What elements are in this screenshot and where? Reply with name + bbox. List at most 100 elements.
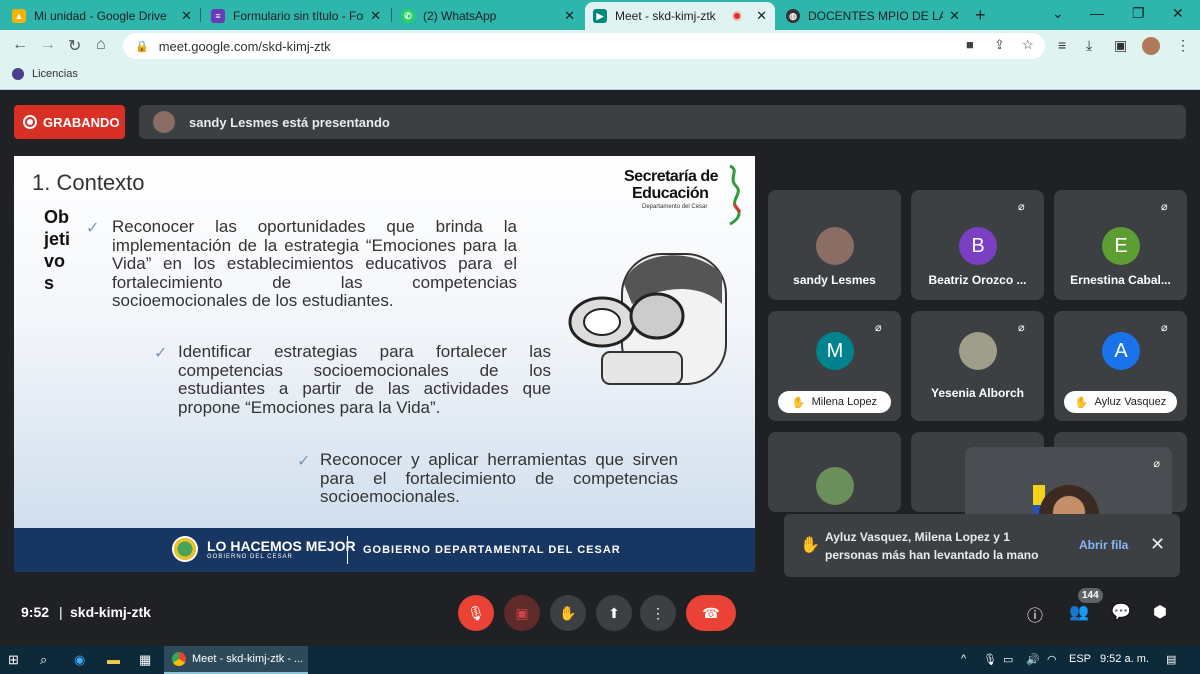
more-options-button[interactable]: ⋮ [640,595,676,631]
mic-off-button[interactable]: 🎙 [458,595,494,631]
media-control-icon[interactable]: ≡ [1058,37,1066,53]
reload-icon[interactable]: ↻ [68,36,81,56]
mic-off-icon: ⌀ [1161,201,1168,213]
activities-icon[interactable]: ⬢ [1153,602,1167,622]
google-drive-icon: ▲ [12,9,26,23]
recording-indicator-icon [732,11,743,21]
participant-tile[interactable]: ⌀ E Ernestina Cabal... [1054,190,1187,300]
chrome-icon [172,652,186,666]
taskbar-chrome-app[interactable]: Meet - skd-kimj-ztk - ... [164,646,308,674]
secretaria-logo: Secretaría de Educación Departamento del… [620,164,745,226]
menu-dots-icon[interactable]: ⋮ [1176,37,1190,54]
search-icon[interactable]: ⌕ [40,652,47,668]
windows-start-icon[interactable]: ⊞ [8,652,19,668]
participant-tile[interactable]: ⌀ M ✋ Milena Lopez [768,311,901,421]
home-icon[interactable]: ⌂ [96,36,106,54]
notifications-icon[interactable]: ▤ [1166,653,1176,666]
cesar-map-icon [729,164,742,226]
close-tab-icon[interactable]: ✕ [949,8,960,24]
minimize-icon[interactable]: — [1090,5,1104,21]
participant-tile[interactable]: ⌀ Yesenia Alborch [911,311,1044,421]
chat-icon[interactable]: 💬 [1111,602,1131,622]
globe-icon: ◍ [786,9,800,23]
hand-icon: ✋ [559,604,577,621]
bookmarks-bar: Licencias [0,62,1200,90]
forward-arrow-icon[interactable]: → [40,36,56,54]
close-icon[interactable]: ✕ [1150,534,1165,555]
avatar: B [959,227,997,265]
restore-icon[interactable]: ❐ [1132,5,1145,22]
meeting-code: skd-kimj-ztk [70,604,151,620]
bookmark-licencias[interactable]: Licencias [12,68,78,80]
tab-search-chevron-icon[interactable]: ⌄ [1052,5,1064,22]
close-window-icon[interactable]: ✕ [1172,5,1184,22]
hand-icon: ✋ [791,396,806,409]
close-tab-icon[interactable]: ✕ [181,8,192,24]
raise-hand-button[interactable]: ✋ [550,595,586,631]
tab-google-forms[interactable]: ≡ Formulario sin título - Formu ✕ [203,2,389,30]
hand-icon: ✋ [800,537,820,554]
phone-hangup-icon: ☎ [702,604,720,621]
tab-whatsapp[interactable]: ✆ (2) WhatsApp ✕ [393,2,583,30]
recording-badge: GRABANDO [14,105,125,139]
mic-tray-icon[interactable]: 🎙 [983,653,997,666]
mic-off-icon: ⌀ [1018,201,1025,213]
wifi-icon[interactable]: ◠ [1047,653,1057,666]
network-icon[interactable]: ▭ [1003,653,1013,666]
tab-google-drive[interactable]: ▲ Mi unidad - Google Drive ✕ [4,2,200,30]
back-arrow-icon[interactable]: ← [12,36,28,54]
hand-icon: ✋ [1074,396,1089,409]
more-vert-icon: ⋮ [651,604,665,621]
mic-off-icon: 🎙 [467,604,485,621]
share-icon[interactable]: ⇪ [994,37,1005,53]
download-icon[interactable]: ⤓ [1086,37,1092,54]
meeting-time: 9:52 [21,604,50,620]
tab-docentes[interactable]: ◍ DOCENTES MPIO DE LA PAZ ✕ [778,2,968,30]
lock-icon: 🔒 [135,40,149,53]
avatar: A [1102,332,1140,370]
leave-call-button[interactable]: ☎ [686,595,736,631]
bookmark-star-icon[interactable]: ☆ [1022,37,1034,53]
volume-icon[interactable]: 🔊 [1026,653,1040,666]
mic-off-icon: ⌀ [1018,322,1025,334]
side-panel-icon[interactable]: ▣ [1114,37,1127,54]
mic-off-icon: ⌀ [1161,322,1168,334]
close-tab-icon[interactable]: ✕ [564,8,575,24]
objective-3: Reconocer y aplicar herramientas que sir… [320,450,678,507]
profile-avatar[interactable] [1142,37,1160,55]
info-icon[interactable]: ⓘ [1027,602,1043,626]
participant-tile[interactable]: ⌀ B Beatriz Orozco ... [911,190,1044,300]
camera-off-icon: ▣ [515,604,529,621]
browser-tab-bar: ▲ Mi unidad - Google Drive ✕ ≡ Formulari… [0,0,1200,30]
objetivos-label: Ob jeti vo s [44,207,71,293]
close-tab-icon[interactable]: ✕ [370,8,381,24]
present-button[interactable]: ⬆ [596,595,632,631]
new-tab-icon[interactable]: + [975,5,986,26]
presenting-banner: sandy Lesmes está presentando [139,105,1186,139]
objective-2: Identificar estrategias para fortalecer … [178,342,551,417]
objective-1: Reconocer las oportunidades que brinda l… [112,217,517,311]
address-bar[interactable]: 🔒 meet.google.com/skd-kimj-ztk [123,33,1045,59]
language-indicator[interactable]: ESP [1069,653,1091,665]
people-icon[interactable]: 👥 [1069,602,1089,622]
participant-tile[interactable]: ⌀ A ✋ Ayluz Vasquez [1054,311,1187,421]
raised-hands-toast: ✋ Ayluz Vasquez, Milena Lopez y 1 person… [784,514,1180,577]
camera-icon[interactable]: ■ [966,37,974,52]
participant-tile[interactable]: sandy Lesmes [768,190,901,300]
tab-google-meet[interactable]: ▶ Meet - skd-kimj-ztk ✕ [585,2,775,30]
close-tab-icon[interactable]: ✕ [756,8,767,24]
present-screen-icon: ⬆ [608,604,620,621]
tray-chevron-icon[interactable]: ^ [961,653,966,665]
file-explorer-icon[interactable]: ▬ [107,652,120,667]
mic-off-icon: ⌀ [875,322,882,334]
camera-off-button[interactable]: ▣ [504,595,540,631]
edge-icon[interactable]: ◉ [74,652,85,668]
store-icon[interactable]: ▦ [139,652,151,668]
raised-hand-pill: ✋ Ayluz Vasquez [1064,391,1177,413]
meet-stage: GRABANDO sandy Lesmes está presentando 1… [0,90,1200,646]
mic-off-icon: ⌀ [1153,458,1160,470]
clock[interactable]: 9:52 a. m. [1100,653,1149,665]
open-queue-button[interactable]: Abrir fila [1079,538,1128,552]
shared-slide: 1. Contexto Secretaría de Educación Depa… [14,156,755,572]
participant-tile[interactable] [768,432,901,512]
